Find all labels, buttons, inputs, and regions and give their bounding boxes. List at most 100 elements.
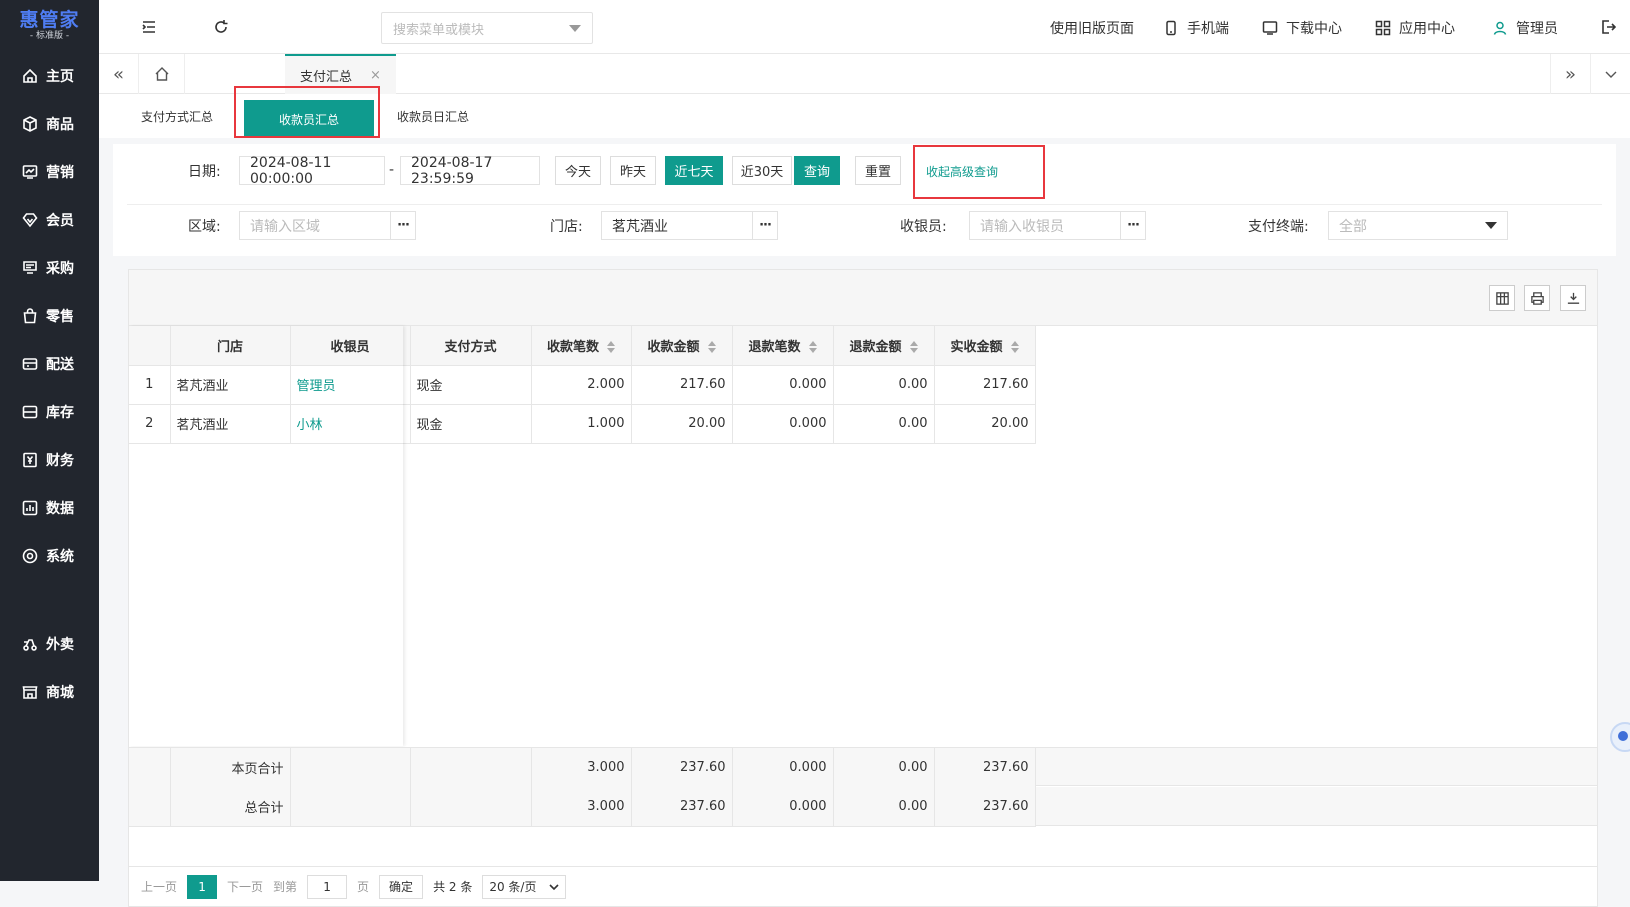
cell-index: 1 [129, 365, 170, 404]
sidebar-item-home[interactable]: 主页 [0, 52, 99, 100]
header-refund-count[interactable]: 退款笔数 [732, 326, 833, 365]
sidebar-item-label: 数据 [46, 498, 74, 518]
sidebar-item-label: 库存 [46, 402, 74, 422]
tab-scroll-left-button[interactable]: « [99, 54, 139, 94]
sort-icon[interactable] [708, 341, 716, 353]
settings-icon [22, 548, 38, 564]
chevron-down-icon [1604, 67, 1618, 81]
highlight-box-advanced [913, 145, 1045, 199]
logout-icon [1600, 19, 1616, 35]
chevron-down-icon [549, 882, 559, 892]
region-placeholder: 请输入区域 [250, 216, 320, 236]
sidebar-item-label: 外卖 [46, 634, 74, 654]
filter-divider [127, 204, 1602, 205]
highlight-box-subtab [234, 86, 380, 138]
page-total-row: 本页合计 3.000 237.60 0.000 0.00 237.60 [129, 747, 1597, 786]
sidebar-item-system[interactable]: 系统 [0, 532, 99, 580]
download-center-link[interactable]: 下载中心 [1262, 18, 1342, 38]
mobile-link[interactable]: 手机端 [1163, 18, 1229, 38]
sidebar-item-mall[interactable]: 商城 [0, 668, 99, 716]
content-area: 支付方式汇总 收款员汇总 收款员日汇总 日期: 2024-08-11 00:00… [99, 94, 1630, 881]
close-icon[interactable]: × [370, 68, 381, 83]
refresh-button[interactable] [213, 19, 229, 35]
logout-button[interactable] [1600, 19, 1616, 35]
sidebar-item-member[interactable]: 会员 [0, 196, 99, 244]
table-row[interactable]: 2 茗芃酒业 小林 现金 1.000 20.00 0.000 0.00 20.0… [129, 404, 1035, 443]
sort-icon[interactable] [910, 341, 918, 353]
sidebar-item-delivery[interactable]: 配送 [0, 340, 99, 388]
date-start-input[interactable]: 2024-08-11 00:00:00 [239, 156, 385, 185]
cashier-input[interactable]: 请输入收银员··· [969, 211, 1146, 240]
header-index [129, 326, 170, 365]
sidebar-item-inventory[interactable]: 库存 [0, 388, 99, 436]
subtab-payment-method[interactable]: 支付方式汇总 [141, 94, 213, 138]
assistant-icon [1618, 731, 1628, 741]
home-icon [22, 68, 38, 84]
sidebar-item-goods[interactable]: 商品 [0, 100, 99, 148]
sort-icon[interactable] [607, 341, 615, 353]
terminal-select[interactable]: 全部 [1328, 211, 1508, 240]
region-picker-button[interactable]: ··· [390, 212, 415, 239]
sidebar-item-purchase[interactable]: 采购 [0, 244, 99, 292]
header-receipt-amount[interactable]: 收款金额 [631, 326, 732, 365]
grand-total-refund-count: 0.000 [732, 787, 833, 826]
cell-amount: 20.00 [631, 404, 732, 443]
column-settings-button[interactable] [1489, 285, 1515, 311]
current-page-button[interactable]: 1 [187, 875, 217, 899]
old-page-link[interactable]: 使用旧版页面 [1050, 18, 1134, 38]
sidebar-item-label: 系统 [46, 546, 74, 566]
today-button[interactable]: 今天 [555, 156, 601, 185]
store-icon [22, 684, 38, 700]
store-input[interactable]: 茗芃酒业··· [601, 211, 778, 240]
header-net-amount[interactable]: 实收金额 [934, 326, 1035, 365]
cashier-picker-button[interactable]: ··· [1120, 212, 1145, 239]
store-picker-button[interactable]: ··· [752, 212, 777, 239]
menu-toggle-button[interactable] [141, 19, 157, 35]
cell-index: 2 [129, 404, 170, 443]
chevron-down-icon [1485, 222, 1497, 229]
export-button[interactable] [1560, 285, 1586, 311]
cell-store: 茗芃酒业 [170, 365, 290, 404]
search-placeholder: 搜索菜单或模块 [393, 19, 484, 38]
sort-icon[interactable] [809, 341, 817, 353]
sidebar-item-takeout[interactable]: 外卖 [0, 620, 99, 668]
user-menu[interactable]: 管理员 [1492, 18, 1558, 38]
sidebar-item-data[interactable]: 数据 [0, 484, 99, 532]
reset-button[interactable]: 重置 [855, 156, 901, 185]
tab-menu-button[interactable] [1590, 54, 1630, 94]
home-tab[interactable] [139, 54, 185, 94]
goto-page-input[interactable]: 1 [307, 875, 347, 899]
inventory-icon [22, 404, 38, 420]
header-store: 门店 [170, 326, 290, 365]
yesterday-button[interactable]: 昨天 [610, 156, 656, 185]
cell-cashier-link[interactable]: 管理员 [290, 365, 410, 404]
header-receipt-count[interactable]: 收款笔数 [531, 326, 631, 365]
sidebar-item-retail[interactable]: 零售 [0, 292, 99, 340]
table-row[interactable]: 1 茗芃酒业 管理员 现金 2.000 217.60 0.000 0.00 21… [129, 365, 1035, 404]
header-refund-amount[interactable]: 退款金额 [833, 326, 934, 365]
sidebar-item-marketing[interactable]: 营销 [0, 148, 99, 196]
app-center-link[interactable]: 应用中心 [1375, 18, 1455, 38]
logo: 惠管家 - 标准版 - [0, 0, 99, 50]
date-end-input[interactable]: 2024-08-17 23:59:59 [400, 156, 540, 185]
query-button[interactable]: 查询 [794, 156, 840, 185]
last-30-days-button[interactable]: 近30天 [732, 156, 792, 185]
download-icon [1262, 20, 1278, 36]
sidebar-item-finance[interactable]: 财务 [0, 436, 99, 484]
cell-refund-amount: 0.00 [833, 365, 934, 404]
last-7-days-button[interactable]: 近七天 [665, 156, 723, 185]
sort-icon[interactable] [1011, 341, 1019, 353]
goto-confirm-button[interactable]: 确定 [379, 875, 423, 899]
header-label: 退款笔数 [748, 340, 800, 355]
tab-label: 支付汇总 [300, 66, 352, 85]
region-input[interactable]: 请输入区域 ··· [239, 211, 416, 240]
page-size-select[interactable]: 20 条/页 [482, 875, 566, 899]
menu-search-select[interactable]: 搜索菜单或模块 [381, 12, 593, 44]
cell-cashier-link[interactable]: 小林 [290, 404, 410, 443]
subtab-cashier-daily[interactable]: 收款员日汇总 [397, 94, 469, 138]
tab-scroll-right-button[interactable]: » [1550, 54, 1590, 94]
purchase-icon [22, 260, 38, 276]
header-label: 收款金额 [647, 340, 699, 355]
date-label: 日期: [188, 161, 221, 181]
print-button[interactable] [1524, 285, 1550, 311]
